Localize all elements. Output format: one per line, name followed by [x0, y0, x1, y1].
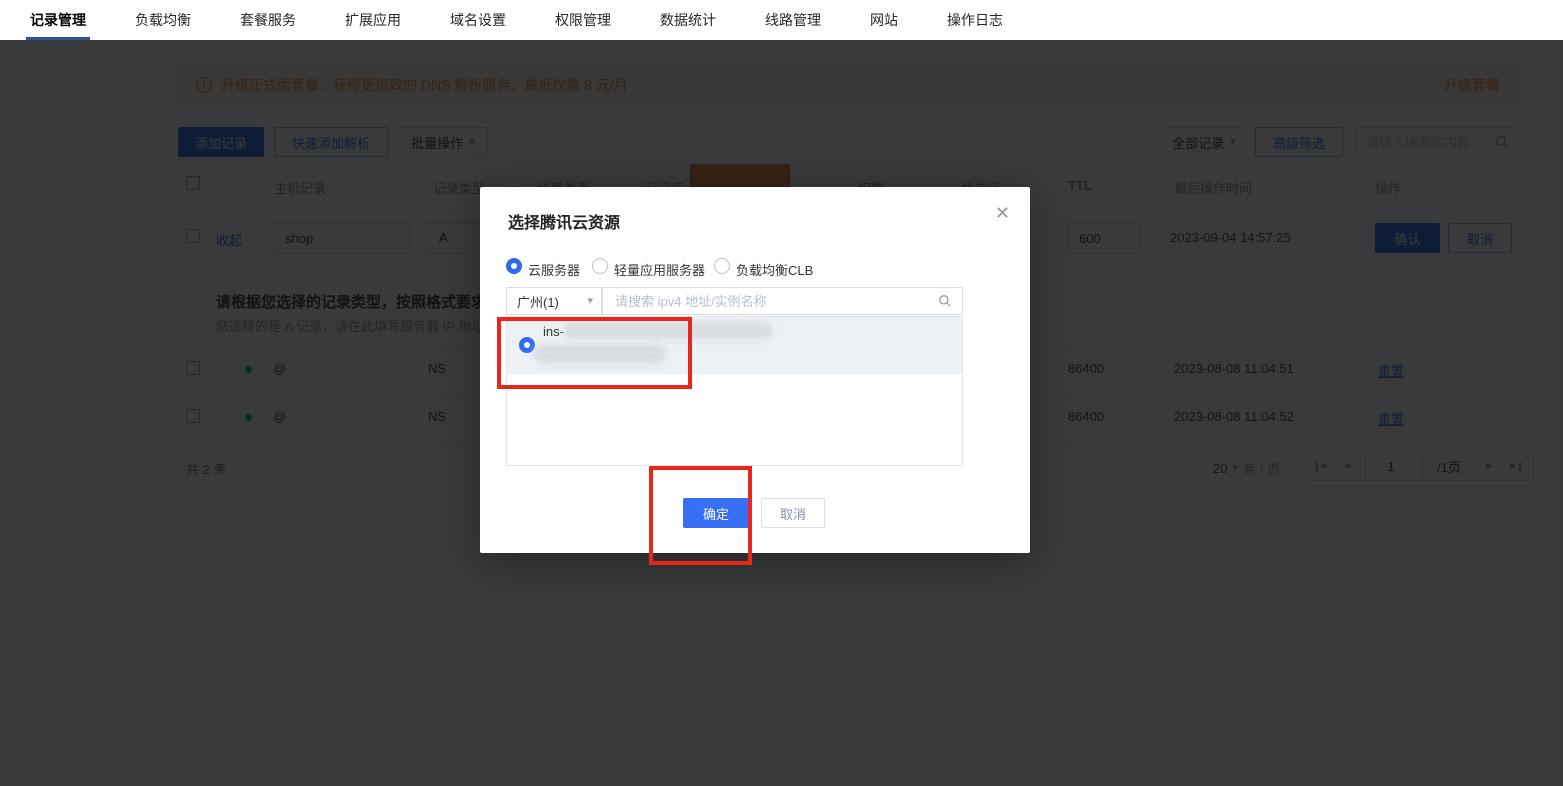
radio-cvm[interactable]: [506, 258, 522, 274]
tab-statistics[interactable]: 数据统计: [660, 0, 716, 40]
tab-permissions[interactable]: 权限管理: [555, 0, 611, 40]
search-icon[interactable]: [938, 294, 952, 308]
radio-lighthouse[interactable]: [592, 258, 608, 274]
modal-confirm-button[interactable]: 确定: [683, 498, 749, 528]
chevron-down-icon: ▾: [587, 296, 593, 307]
tab-domain-settings[interactable]: 域名设置: [450, 0, 506, 40]
instance-radio[interactable]: [519, 337, 535, 353]
modal-cancel-button[interactable]: 取消: [761, 498, 825, 528]
tab-plan-service[interactable]: 套餐服务: [240, 0, 296, 40]
tab-extensions[interactable]: 扩展应用: [345, 0, 401, 40]
page: 记录管理 负载均衡 套餐服务 扩展应用 域名设置 权限管理 数据统计 线路管理 …: [0, 0, 1563, 786]
tab-record-management[interactable]: 记录管理: [30, 0, 86, 40]
tab-line-management[interactable]: 线路管理: [765, 0, 821, 40]
redacted-instance-id: [564, 322, 772, 339]
tab-operation-log[interactable]: 操作日志: [947, 0, 1003, 40]
instance-list: ins-: [506, 316, 963, 466]
close-icon[interactable]: ✕: [995, 203, 1010, 224]
radio-clb[interactable]: [714, 258, 730, 274]
tab-load-balance[interactable]: 负载均衡: [135, 0, 191, 40]
radio-cvm-label[interactable]: 云服务器: [528, 260, 580, 279]
redacted-instance-ip: [534, 344, 666, 363]
region-value: 广州(1): [517, 292, 559, 311]
instance-list-item[interactable]: ins-: [507, 317, 962, 374]
instance-search-box: [602, 287, 963, 315]
select-cloud-resource-modal: 选择腾讯云资源 ✕ 云服务器 轻量应用服务器 负载均衡CLB 广州(1) ▾ i…: [480, 187, 1030, 553]
instance-id-prefix: ins-: [543, 324, 564, 339]
region-select[interactable]: 广州(1) ▾: [506, 287, 602, 315]
radio-clb-label[interactable]: 负载均衡CLB: [736, 260, 813, 279]
top-nav: 记录管理 负载均衡 套餐服务 扩展应用 域名设置 权限管理 数据统计 线路管理 …: [0, 0, 1563, 40]
tab-website[interactable]: 网站: [870, 0, 898, 40]
radio-lighthouse-label[interactable]: 轻量应用服务器: [614, 260, 705, 279]
modal-title: 选择腾讯云资源: [508, 209, 620, 233]
instance-search-input[interactable]: [615, 294, 938, 309]
